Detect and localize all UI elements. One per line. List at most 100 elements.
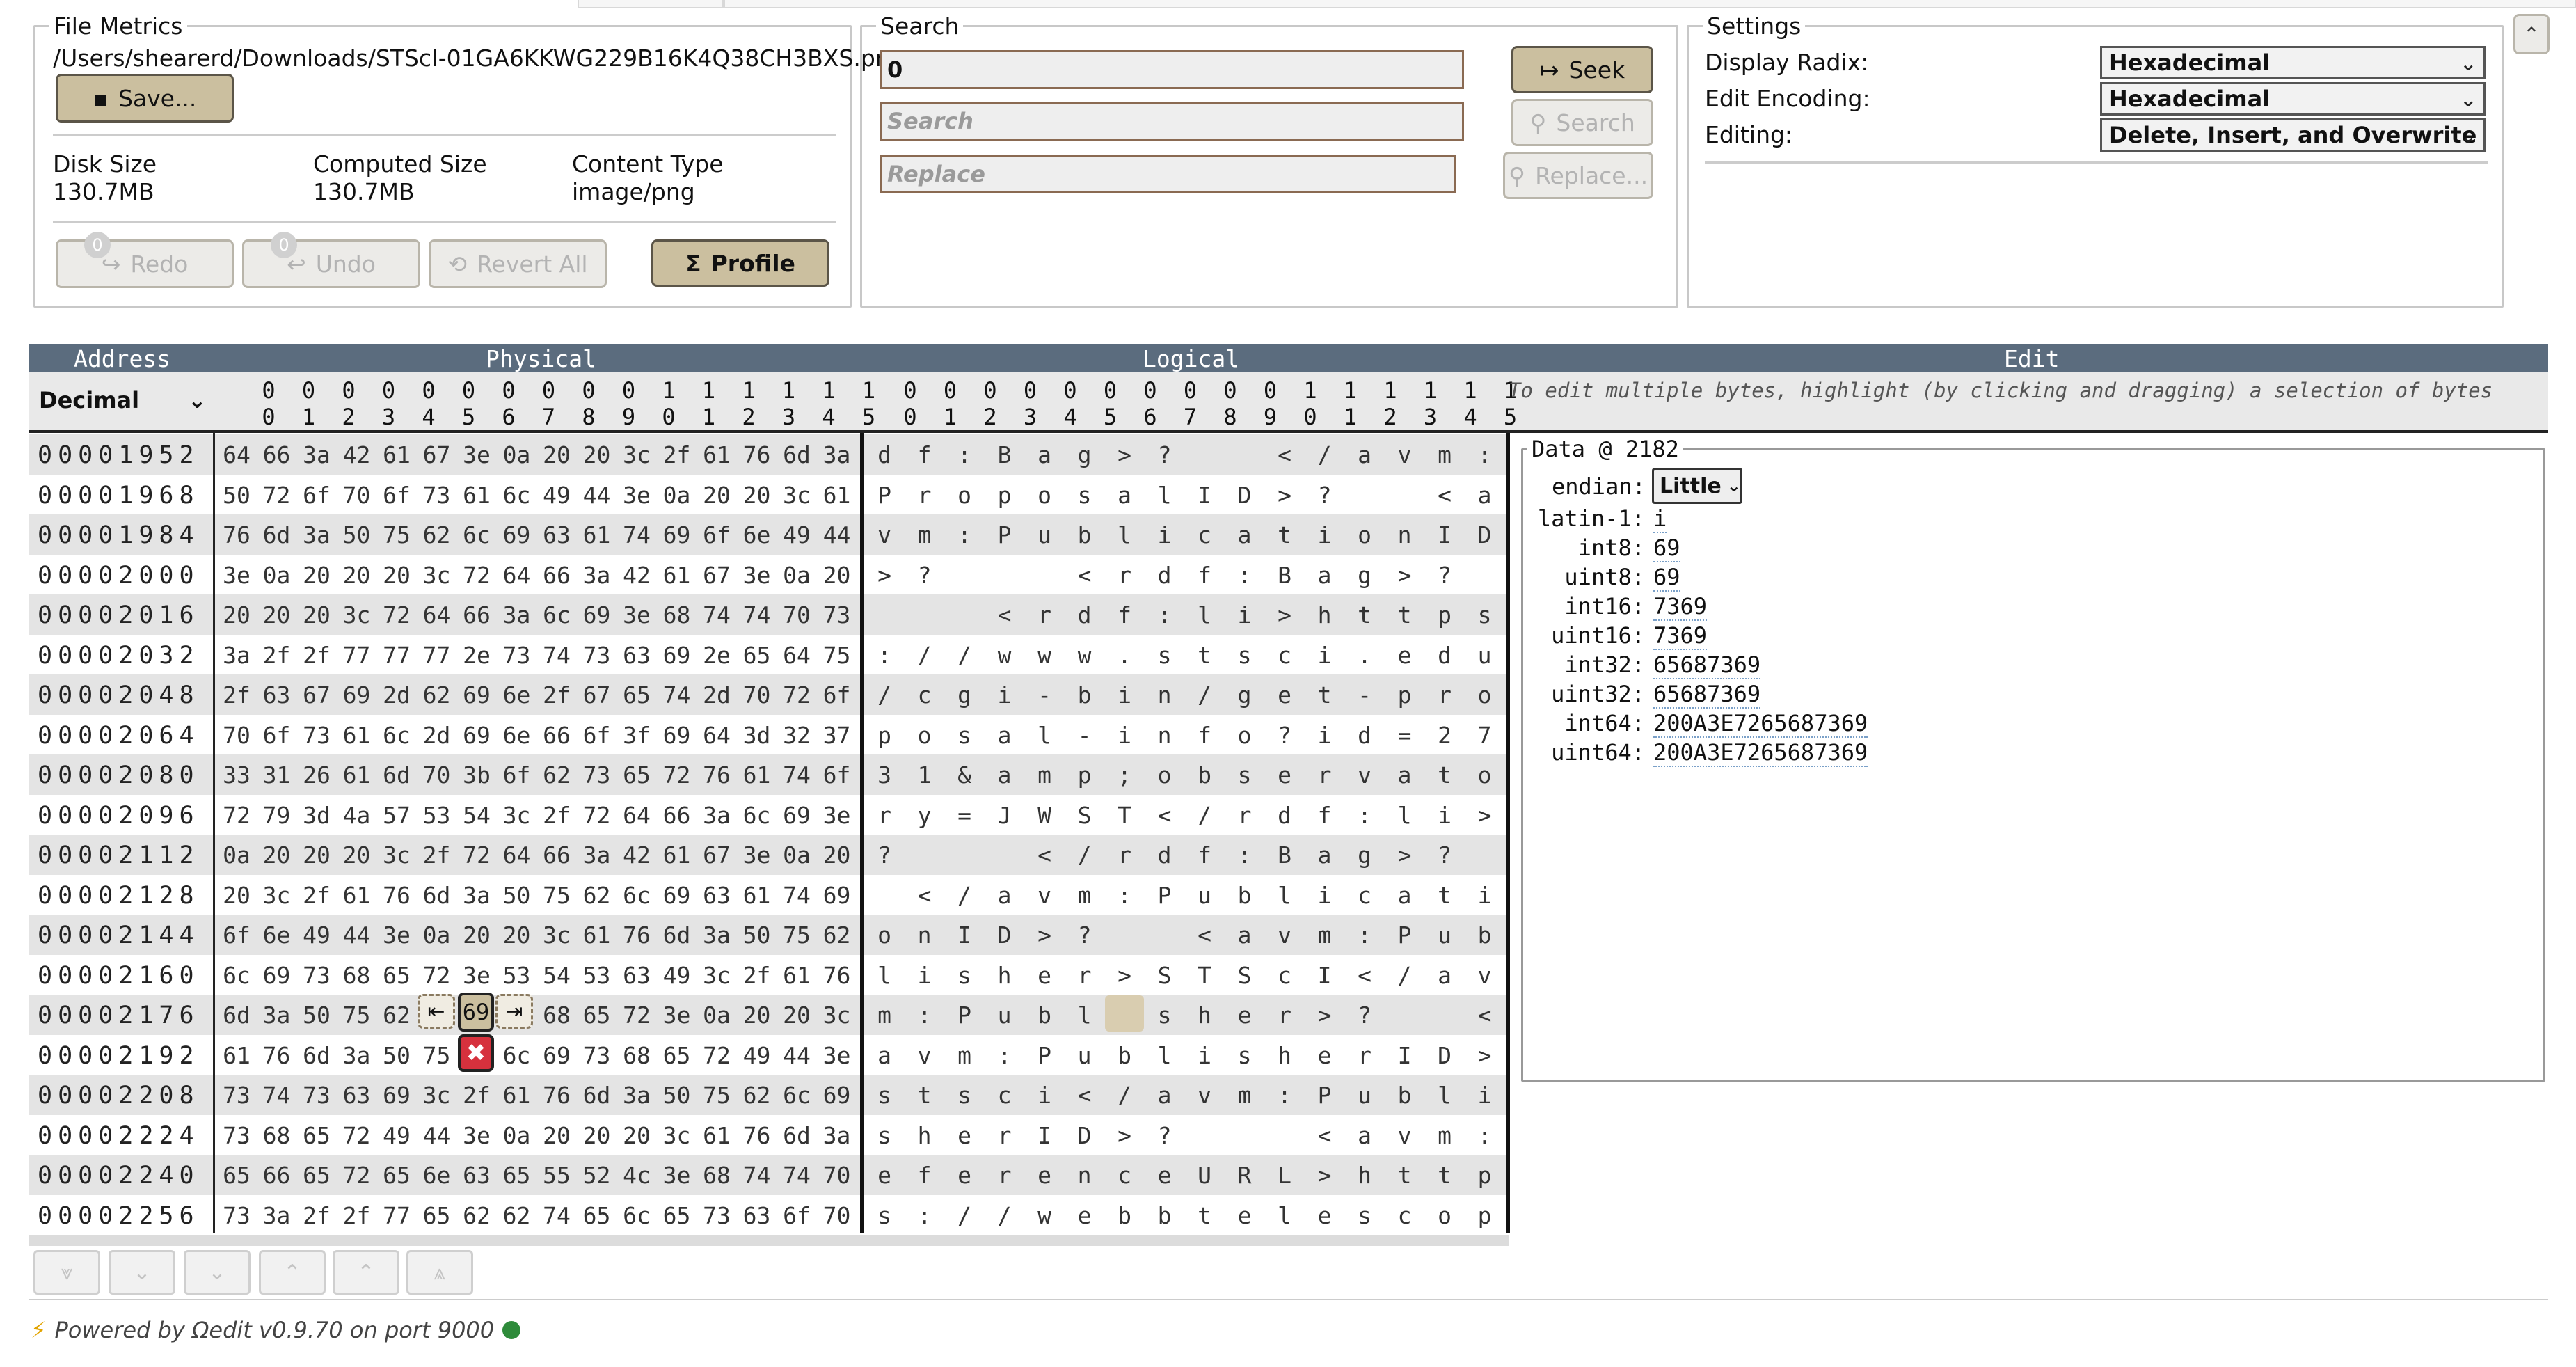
hex-byte[interactable]: 66 [537,722,576,749]
hex-byte[interactable]: 65 [617,681,656,709]
logical-char[interactable]: t [1424,1162,1465,1189]
hex-byte[interactable]: 42 [337,441,376,468]
hex-byte[interactable]: 6c [537,601,576,629]
logical-char[interactable]: p [864,722,905,749]
hex-byte[interactable]: 6c [377,722,416,749]
hex-byte[interactable]: 72 [217,802,256,829]
hex-byte[interactable]: 0a [217,841,256,869]
hex-byte[interactable]: 20 [257,841,296,869]
hex-byte[interactable]: 3c [658,1122,697,1149]
hex-byte[interactable]: 3c [418,1082,456,1109]
hex-byte[interactable]: 69 [498,521,536,548]
logical-char[interactable]: s [1344,1202,1385,1229]
hex-byte[interactable]: 50 [337,521,376,548]
hex-byte[interactable]: 57 [377,802,416,829]
hex-byte[interactable]: 64 [498,841,536,869]
logical-char[interactable]: m [1424,1122,1465,1149]
logical-char[interactable]: / [1184,681,1225,709]
hex-byte[interactable]: 69 [578,601,617,629]
hex-byte[interactable]: 63 [617,962,656,989]
logical-char[interactable]: - [1344,681,1385,709]
logical-char[interactable]: p [1424,601,1465,629]
logical-char[interactable]: < [1145,802,1185,829]
logical-char[interactable]: w [985,642,1025,669]
logical-char[interactable]: r [1065,962,1105,989]
hex-byte[interactable]: 6c [217,962,256,989]
hex-byte[interactable]: 70 [777,601,816,629]
logical-char[interactable]: u [1184,882,1225,909]
hex-byte[interactable]: 2f [297,1202,336,1229]
hex-byte[interactable]: 3a [818,1122,857,1149]
data-field-value[interactable]: 65687369 [1653,651,1761,679]
hex-byte[interactable]: 20 [777,1002,816,1029]
logical-char[interactable]: > [1305,1002,1345,1029]
logical-char[interactable]: I [1424,521,1465,548]
logical-char[interactable]: a [1225,521,1265,548]
logical-char[interactable]: i [1305,882,1345,909]
hex-byte[interactable]: 53 [498,962,536,989]
hex-byte[interactable]: 2f [337,1202,376,1229]
hex-byte[interactable]: 65 [297,1122,336,1149]
hex-byte[interactable]: 70 [217,722,256,749]
hex-byte[interactable]: 61 [658,562,697,589]
hex-byte[interactable]: 65 [658,1202,697,1229]
logical-char[interactable]: / [905,642,945,669]
logical-char[interactable]: e [944,1162,985,1189]
hex-byte[interactable]: 73 [578,1042,617,1069]
logical-char[interactable]: e [944,1122,985,1149]
logical-char[interactable]: o [864,922,905,949]
hex-byte[interactable]: 69 [658,882,697,909]
logical-char[interactable]: m [944,1042,985,1069]
hex-byte[interactable]: 65 [578,1202,617,1229]
hex-byte[interactable]: 3e [818,802,857,829]
logical-char[interactable]: i [1305,642,1345,669]
logical-char[interactable]: P [1385,922,1425,949]
replace-input[interactable]: Replace [880,155,1456,193]
hex-byte[interactable]: 75 [418,1042,456,1069]
logical-char[interactable]: i [1024,1082,1065,1109]
hex-byte[interactable]: 6d [377,761,416,789]
logical-char[interactable]: / [1104,1082,1145,1109]
hex-byte[interactable]: 75 [377,521,416,548]
logical-char[interactable]: u [1465,642,1505,669]
hex-byte[interactable]: 62 [377,1002,416,1029]
logical-char[interactable]: g [1344,841,1385,869]
hex-byte[interactable]: 63 [738,1202,777,1229]
hex-byte[interactable]: 6d [297,1042,336,1069]
hex-byte[interactable]: 50 [498,882,536,909]
logical-char[interactable]: / [1065,841,1105,869]
logical-char[interactable]: h [985,962,1025,989]
logical-char[interactable]: r [864,802,905,829]
hex-byte[interactable]: 6f [697,521,736,548]
replace-button[interactable]: ⚲ Replace... [1503,152,1653,199]
logical-char[interactable]: f [1184,562,1225,589]
hex-byte[interactable]: 68 [697,1162,736,1189]
hex-byte[interactable]: 3a [257,1002,296,1029]
logical-char[interactable]: e [1225,1202,1265,1229]
hex-byte[interactable]: 6d [217,1002,256,1029]
logical-char[interactable]: c [1344,882,1385,909]
logical-char[interactable]: a [1385,882,1425,909]
logical-char[interactable]: ? [905,562,945,589]
hex-byte[interactable]: 72 [617,1002,656,1029]
hex-byte[interactable]: 73 [297,1082,336,1109]
hex-byte[interactable]: 3c [418,562,456,589]
hex-byte[interactable]: 69 [457,722,496,749]
logical-char[interactable]: W [1024,802,1065,829]
logical-char[interactable]: n [905,922,945,949]
hex-byte[interactable]: 37 [818,722,857,749]
logical-char[interactable]: : [1465,1122,1505,1149]
hex-byte[interactable]: 65 [658,1042,697,1069]
hex-byte[interactable]: 53 [578,962,617,989]
logical-char[interactable]: a [1344,1122,1385,1149]
hex-byte[interactable]: 20 [578,441,617,468]
logical-char[interactable]: a [1104,482,1145,509]
logical-char[interactable]: a [1344,441,1385,468]
hex-byte[interactable]: 68 [658,601,697,629]
logical-char[interactable]: = [944,802,985,829]
hex-byte[interactable]: 20 [217,601,256,629]
logical-char[interactable]: > [1465,1042,1505,1069]
logical-char[interactable]: b [1225,882,1265,909]
logical-char[interactable]: < [1465,1002,1505,1029]
hex-byte[interactable]: 49 [777,521,816,548]
